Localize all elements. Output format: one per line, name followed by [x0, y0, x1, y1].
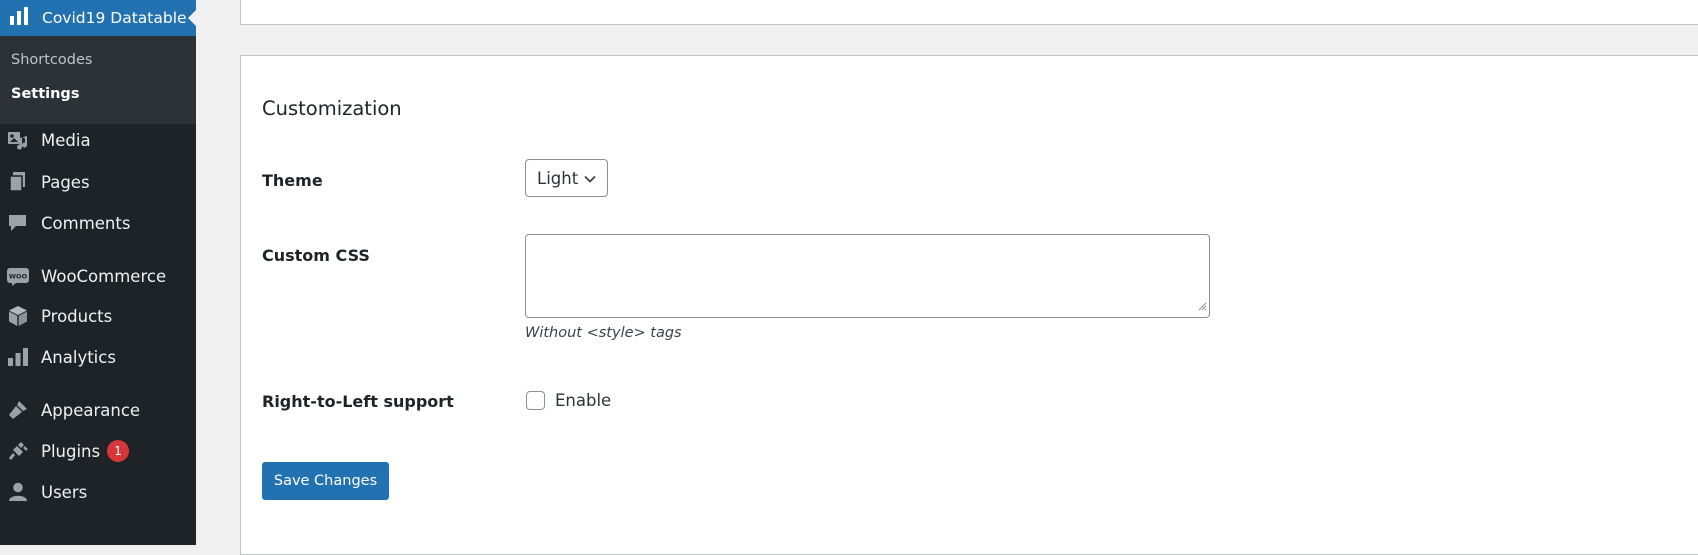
resize-handle-icon[interactable]	[1197, 296, 1207, 315]
section-title: Customization	[262, 97, 402, 120]
sidebar-item-label: Analytics	[41, 347, 116, 367]
media-icon	[7, 129, 29, 151]
svg-text:WOO: WOO	[9, 273, 28, 281]
sidebar-item-label: Comments	[41, 213, 131, 233]
sidebar-item-label: Pages	[41, 172, 90, 192]
brush-icon	[7, 399, 29, 421]
rtl-enable-checkbox[interactable]	[526, 391, 545, 410]
sidebar-item-pages[interactable]: Pages	[0, 164, 196, 200]
sidebar-item-woocommerce[interactable]: WOO WooCommerce	[0, 258, 196, 294]
sidebar-item-label: Products	[41, 306, 113, 326]
sidebar-item-covid19-datatable[interactable]: Covid19 Datatable	[0, 0, 197, 36]
sidebar-item-products[interactable]: Products	[0, 298, 196, 334]
analytics-icon	[7, 346, 29, 368]
sidebar-item-appearance[interactable]: Appearance	[0, 392, 196, 428]
rtl-enable-label[interactable]: Enable	[555, 391, 611, 410]
theme-label: Theme	[262, 171, 323, 190]
previous-settings-panel	[240, 0, 1698, 25]
rtl-support-label: Right-to-Left support	[262, 392, 454, 411]
sidebar-item-label: Appearance	[41, 400, 141, 420]
pages-icon	[7, 171, 29, 193]
chevron-down-icon	[583, 171, 597, 190]
woo-icon: WOO	[7, 265, 29, 287]
sidebar-item-media[interactable]: Media	[0, 122, 196, 158]
sidebar-item-label: WooCommerce	[41, 266, 167, 286]
theme-select-value: Light	[537, 168, 579, 188]
submenu-item-settings[interactable]: Settings	[11, 86, 79, 102]
sidebar-item-analytics[interactable]: Analytics	[0, 339, 196, 375]
custom-css-label: Custom CSS	[262, 246, 370, 265]
submenu-item-shortcodes[interactable]: Shortcodes	[11, 52, 92, 68]
sidebar-item-label: Covid19 Datatable	[42, 9, 187, 27]
bar-chart-icon	[8, 5, 30, 31]
admin-sidebar: Covid19 Datatable Shortcodes Settings Me…	[0, 0, 197, 545]
plugin-icon	[7, 440, 29, 462]
custom-css-description: Without <style> tags	[525, 325, 682, 341]
sidebar-item-comments[interactable]: Comments	[0, 205, 196, 241]
submenu: Shortcodes Settings	[0, 36, 196, 124]
update-count-badge: 1	[107, 440, 130, 462]
comments-icon	[7, 212, 29, 234]
box-icon	[7, 305, 29, 327]
sidebar-item-label: Plugins	[41, 441, 101, 461]
sidebar-item-plugins[interactable]: Plugins 1	[0, 433, 196, 469]
save-changes-button[interactable]: Save Changes	[262, 462, 389, 500]
theme-select[interactable]: Light	[525, 159, 608, 197]
sidebar-item-users[interactable]: Users	[0, 474, 196, 510]
sidebar-item-label: Media	[41, 130, 91, 150]
user-icon	[7, 481, 29, 503]
sidebar-item-label: Users	[41, 482, 88, 502]
custom-css-textarea[interactable]	[525, 234, 1210, 318]
